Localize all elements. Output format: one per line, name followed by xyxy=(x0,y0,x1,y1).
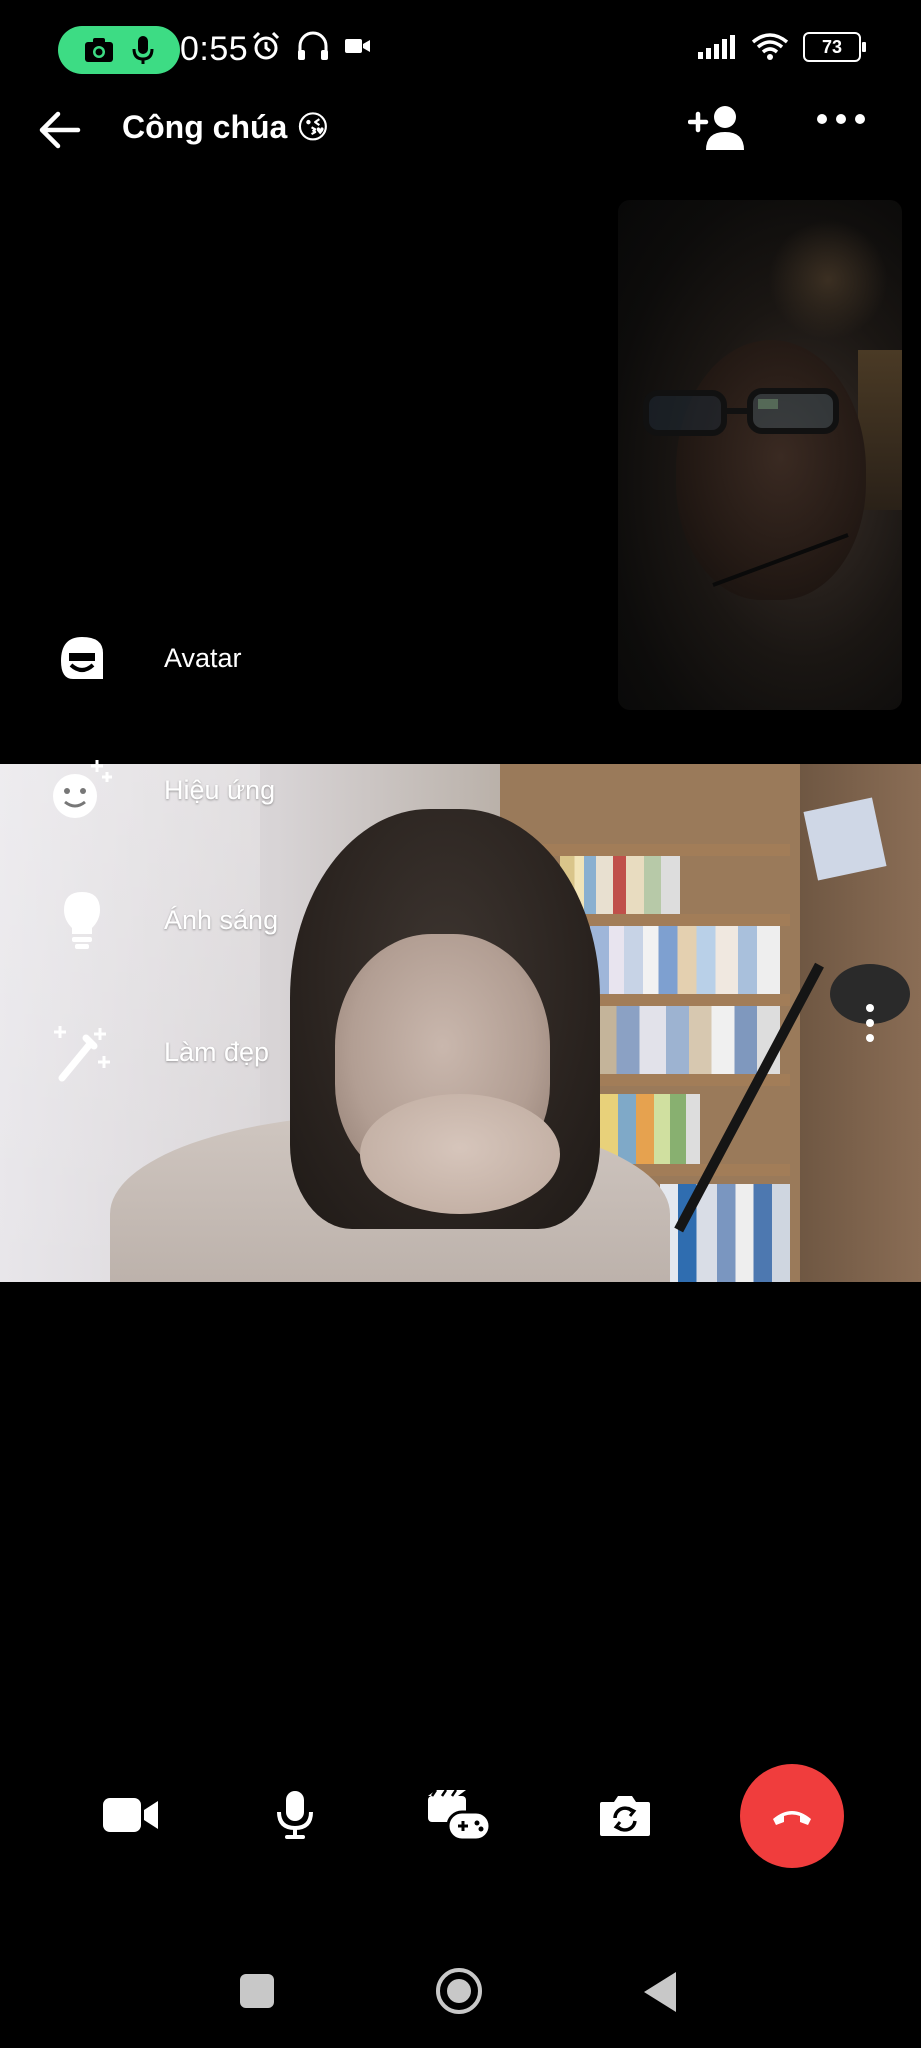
contact-name: Công chúa 😘 xyxy=(122,109,330,145)
effect-avatar[interactable]: Avatar xyxy=(40,618,242,698)
effect-hieu-ung[interactable]: Hiệu ứng xyxy=(40,750,275,830)
wifi-icon xyxy=(751,33,789,60)
effect-anh-sang-label: Ánh sáng xyxy=(164,904,279,935)
add-person-icon[interactable] xyxy=(688,102,748,152)
back-icon[interactable] xyxy=(644,1972,676,2012)
headset-mic xyxy=(712,533,849,587)
flip-camera-button[interactable] xyxy=(570,1770,680,1860)
headphones-icon xyxy=(298,31,328,60)
video-camera-icon xyxy=(103,1798,158,1832)
microphone-icon xyxy=(132,36,154,64)
video-options-icon[interactable] xyxy=(866,1004,874,1042)
video-toggle-button[interactable] xyxy=(76,1770,186,1860)
status-time: 0:55 xyxy=(180,30,249,68)
status-pill xyxy=(58,26,180,74)
signal-icon xyxy=(698,35,735,59)
end-call-icon xyxy=(773,1811,811,1825)
games-icon xyxy=(428,1789,492,1842)
lightbulb-icon xyxy=(64,892,100,949)
arrow-left-icon[interactable] xyxy=(38,108,86,152)
camera-icon xyxy=(85,38,113,62)
effect-lam-dep[interactable]: Làm đẹp xyxy=(40,1012,269,1092)
recent-apps-icon[interactable] xyxy=(240,1974,274,2008)
video-record-icon xyxy=(345,39,370,53)
glasses xyxy=(643,388,839,436)
effect-avatar-label: Avatar xyxy=(164,642,242,673)
end-call-button[interactable] xyxy=(740,1764,844,1868)
flip-camera-icon xyxy=(600,1796,650,1836)
more-horizontal-icon[interactable] xyxy=(816,112,866,126)
sparkle-smiley-icon xyxy=(53,760,112,818)
avatar-icon xyxy=(61,637,103,679)
alarm-icon xyxy=(252,31,280,60)
effect-hieu-ung-label: Hiệu ứng xyxy=(164,774,276,805)
battery-icon: 73 xyxy=(803,32,866,62)
magic-wand-icon xyxy=(54,1026,110,1082)
effect-anh-sang[interactable]: Ánh sáng xyxy=(40,880,278,960)
remote-person-hand xyxy=(360,1094,560,1214)
status-icons-left xyxy=(250,30,372,62)
self-video-preview[interactable] xyxy=(618,200,902,710)
microphone-icon xyxy=(277,1791,313,1839)
games-button[interactable] xyxy=(404,1770,514,1860)
status-right: 73 xyxy=(697,32,866,62)
battery-level: 73 xyxy=(821,36,843,57)
mute-button[interactable] xyxy=(240,1770,350,1860)
effect-lam-dep-label: Làm đẹp xyxy=(164,1036,270,1067)
home-icon[interactable] xyxy=(436,1968,482,2014)
